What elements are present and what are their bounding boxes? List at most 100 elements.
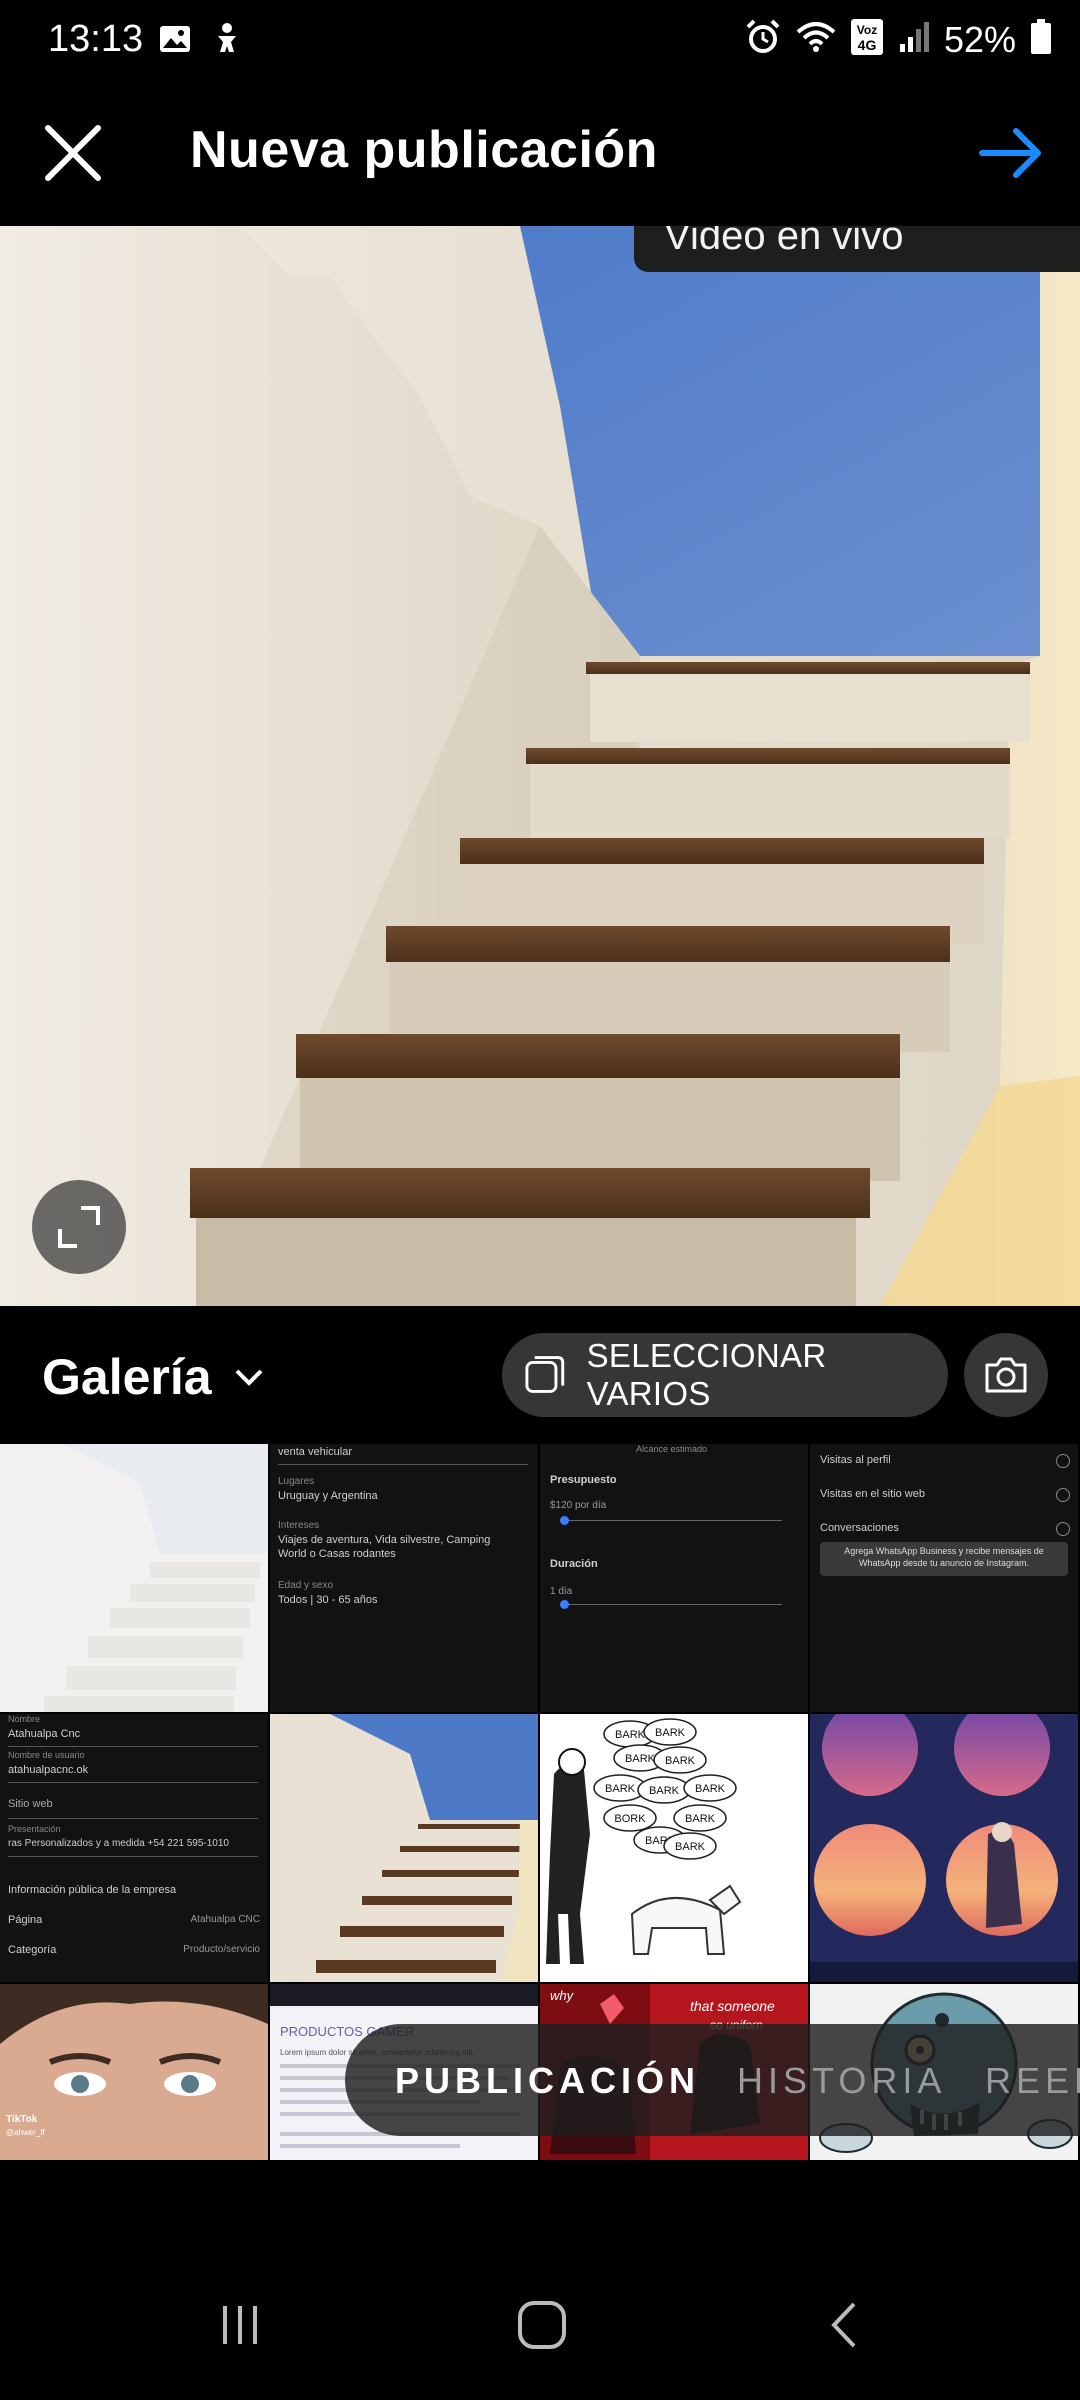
expand-button[interactable] [32,1180,126,1274]
select-multiple-label: SELECCIONAR VARIOS [586,1337,827,1412]
status-left-icons [158,22,242,61]
svg-text:4G: 4G [858,37,877,53]
status-bar: 13:13 Voz 4G 52% [0,0,1080,80]
thumbnail-image [810,1714,1078,1982]
gallery-title: Galería [42,1349,212,1405]
bark-text: BARK [605,1783,636,1795]
status-time: 13:13 [48,18,144,60]
battery-percent: 52% [943,18,1016,60]
alarm-icon [744,18,782,61]
thumb-text: Página [8,1914,43,1926]
accessibility-icon [212,22,242,61]
page-title: Nueva publicación [190,121,658,179]
tooltip-text: Video en vivo [664,226,904,258]
recent-apps-icon [223,2306,257,2344]
tab-publicacion[interactable]: PUBLICACIÓN [395,2060,700,2102]
status-right-icons: Voz 4G 52% [744,18,1052,61]
bark-bubble: BARK [663,1832,717,1860]
thumb-text: Presentación [8,1824,61,1834]
thumb-text: Nombre [8,1714,41,1724]
gallery-thumbnail[interactable] [810,1714,1078,1982]
thumb-text: venta vehicular [278,1446,352,1458]
system-nav-bar [0,2250,1080,2400]
recent-apps-button[interactable] [200,2290,280,2360]
bark-text: BARK [675,1841,706,1853]
thumb-text: $120 por día [550,1500,607,1511]
thumb-text: Presupuesto [550,1474,617,1486]
bark-text: BARK [685,1813,716,1825]
back-button[interactable] [804,2290,884,2360]
thumbnail-image [316,1714,538,1982]
bark-bubble: BARK [637,1776,691,1804]
thumb-text: why [550,1988,574,2003]
expand-icon [58,1206,100,1248]
thumb-text: Producto/servicio [183,1944,260,1955]
gallery-thumbnail[interactable]: TikTok @ahwer_ff [0,1984,268,2160]
close-icon [45,125,101,181]
bark-text: BORK [614,1813,646,1825]
thumbnail-image: BARK BARK BARK BARK BARK BARK BARK BARK BORK BARK… [546,1718,742,1964]
thumb-text: Agrega WhatsApp Business y recibe mensaj… [844,1546,1044,1568]
arrow-right-icon [979,128,1041,178]
wifi-icon [796,20,836,59]
camera-button[interactable] [964,1333,1048,1417]
gallery-thumbnail[interactable] [270,1714,538,1982]
battery-icon [1030,19,1052,60]
bark-bubble: BARK [683,1774,737,1802]
thumb-text: ras Personalizados y a medida +54 221 59… [8,1838,229,1849]
thumb-text: 1 día [550,1586,573,1597]
thumb-text: Atahualpa Cnc [8,1728,81,1740]
home-button[interactable] [502,2290,582,2360]
thumb-text: Atahualpa CNC [190,1914,260,1925]
gallery-icon [158,22,192,61]
next-button[interactable] [976,120,1046,186]
thumb-text: Conversaciones [820,1522,899,1534]
back-icon [831,2302,856,2348]
close-button[interactable] [40,120,106,186]
thumbnail-image [0,1444,268,1712]
bark-bubble: BARK [673,1804,727,1832]
gallery-selector[interactable]: Galería [42,1348,264,1406]
tab-reel[interactable]: REEL [985,2060,1080,2102]
volte-4g-icon: Voz 4G [850,18,884,61]
media-preview[interactable] [0,226,1080,1306]
bark-bubble: BORK [603,1804,657,1832]
thumb-text: Información pública de la empresa [8,1884,177,1896]
bark-text: BARK [665,1755,696,1767]
thumb-text: Alcance estimado [636,1444,708,1454]
bark-text: BARK [655,1727,686,1739]
gallery-thumbnail[interactable]: venta vehicular Lugares Uruguay y Argent… [270,1444,538,1712]
tab-historia[interactable]: HISTORIA [737,2060,946,2102]
thumb-text: Todos | 30 - 65 años [278,1594,378,1606]
multi-select-icon [525,1356,565,1393]
bark-text: BARK [615,1729,646,1741]
thumb-text: Edad y sexo [278,1580,334,1591]
thumb-text: Lugares [278,1476,315,1487]
thumb-text: atahualpacnc.ok [8,1764,89,1776]
chevron-down-icon [235,1369,262,1386]
top-app-bar: Nueva publicación [0,80,1080,226]
thumb-text: World o Casas rodantes [278,1548,396,1560]
live-video-tooltip: Video en vivo [634,226,1080,272]
gallery-thumbnail[interactable]: Nombre Atahualpa Cnc Nombre de usuario a… [0,1714,268,1982]
select-multiple-button[interactable]: SELECCIONAR VARIOS [502,1333,948,1417]
staircase-photo [0,226,1080,1306]
gallery-thumbnail[interactable] [0,1444,268,1712]
mode-tabs: PUBLICACIÓN HISTORIA REEL [345,2024,1080,2136]
thumb-text: Nombre de usuario [8,1750,85,1760]
tiktok-badge: TikTok [6,2114,38,2125]
thumb-text: Categoría [8,1944,57,1956]
gallery-thumbnail[interactable]: Alcance estimado Presupuesto $120 por dí… [540,1444,808,1712]
thumb-text: that someone [690,1998,775,2014]
gallery-thumbnail[interactable]: Visitas al perfil Visitas en el sitio we… [810,1444,1078,1712]
gallery-thumbnail[interactable]: BARK BARK BARK BARK BARK BARK BARK BARK BORK BARK… [540,1714,808,1982]
thumb-text: Duración [550,1558,598,1570]
svg-text:Voz: Voz [857,23,877,37]
bark-text: BARK [649,1785,680,1797]
thumb-text: Visitas en el sitio web [820,1488,925,1500]
thumb-text: Intereses [278,1520,320,1531]
thumb-text: Uruguay y Argentina [278,1490,378,1502]
camera-icon [985,1357,1027,1393]
bark-text: BARK [625,1753,656,1765]
home-icon [518,2301,566,2349]
